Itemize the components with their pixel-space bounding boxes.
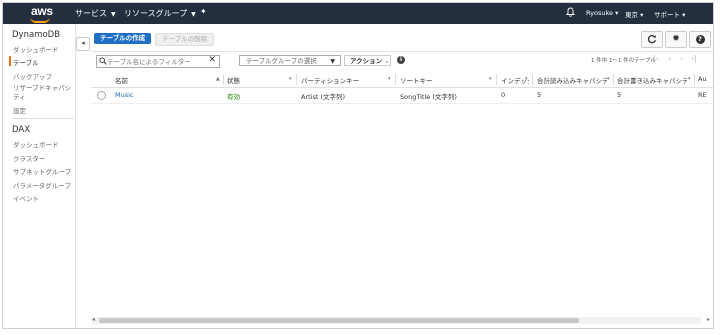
top-navigation-bar: aws サービス ▼ リソースグループ ▼ ✦ Ryosuke ▾ 東京 ▾ サポー… — [3, 3, 713, 24]
user-name: Ryosuke — [586, 9, 614, 17]
main-content: テーブルの作成 テーブルの削除 ✹ ? ✕ テーブルグループの選択 ▼ アクショ… — [91, 24, 713, 328]
active-indicator — [9, 56, 11, 66]
auto-scaling-value: RE — [698, 91, 707, 99]
table-header: 名前 ▲ 状態 ▾ パーティションキー ▾ ソートキー ▾ インデックス ▾ 合… — [91, 72, 713, 88]
column-divider — [694, 74, 695, 85]
previous-page-icon[interactable]: ‹ — [668, 54, 671, 63]
sidebar-item-settings[interactable]: 設定 — [13, 105, 26, 115]
sidebar-item-subnet-groups[interactable]: サブネットグループ — [13, 166, 71, 176]
sidebar-section-dynamodb[interactable]: DynamoDB — [12, 30, 60, 40]
write-capacity-value: 5 — [617, 91, 622, 99]
create-table-button[interactable]: テーブルの作成 — [94, 33, 152, 44]
aws-logo-smile — [30, 17, 50, 23]
actions-label: アクション — [350, 57, 383, 65]
row-select-radio[interactable] — [97, 91, 106, 100]
indexes-value: 0 — [501, 91, 506, 99]
column-header-sort-key[interactable]: ソートキー — [400, 75, 433, 85]
sidebar-item-reserved-capacity[interactable]: リザーブドキャパシティ — [13, 84, 73, 101]
column-divider — [395, 74, 396, 85]
settings-button[interactable]: ✹ — [665, 31, 687, 48]
sort-ascending-icon[interactable]: ▲ — [216, 76, 220, 82]
sort-icon: ▾ — [607, 76, 610, 82]
column-header-write-capacity[interactable]: 合計書き込みキャパシティ — [617, 75, 687, 85]
sort-icon: ▾ — [388, 76, 391, 82]
column-divider — [532, 74, 533, 85]
sort-icon: ▾ — [525, 76, 528, 82]
partition-key-value: Artist (文字列) — [301, 93, 346, 101]
services-label: サービス — [75, 9, 107, 18]
region-name: 東京 — [625, 11, 638, 19]
read-capacity-value: 5 — [537, 91, 542, 99]
support-menu[interactable]: サポート ▾ — [654, 9, 685, 19]
gear-icon: ✹ — [672, 34, 680, 44]
sidebar-divider — [12, 118, 74, 119]
sort-icon: ▾ — [688, 76, 691, 82]
sidebar-item-dashboard[interactable]: ダッシュボード — [13, 44, 59, 54]
table-status: 有効 — [227, 93, 240, 101]
support-label: サポート — [654, 11, 680, 19]
search-input[interactable] — [107, 57, 203, 66]
sidebar: DynamoDB ダッシュボード テーブル バックアップ リザーブドキャパシティ… — [3, 24, 76, 328]
column-header-partition-key[interactable]: パーティションキー — [301, 75, 359, 85]
chevron-down-icon: ▼ — [111, 11, 116, 18]
pin-icon[interactable]: ✦ — [200, 7, 207, 16]
resource-groups-menu[interactable]: リソースグループ ▼ — [124, 8, 196, 19]
sort-icon: ▾ — [489, 76, 492, 82]
chevron-left-icon: ◂ — [81, 39, 85, 47]
sidebar-item-dax-dashboard[interactable]: ダッシュボード — [13, 139, 59, 149]
column-divider — [223, 74, 224, 85]
sort-icon: ▾ — [289, 76, 292, 82]
pagination-summary: 1 件中 1～1 件のテーブル — [591, 58, 656, 64]
table-group-select-value: テーブルグループの選択 — [246, 57, 317, 65]
table-filter-search[interactable]: ✕ — [96, 55, 220, 68]
sidebar-item-tables[interactable]: テーブル — [13, 57, 39, 67]
scroll-right-icon[interactable]: ▸ — [707, 316, 710, 323]
column-header-name[interactable]: 名前 — [115, 75, 128, 85]
help-icon: ? — [695, 35, 705, 44]
scroll-left-icon[interactable]: ◂ — [92, 316, 95, 323]
user-menu[interactable]: Ryosuke ▾ — [586, 9, 618, 17]
table-group-select[interactable]: テーブルグループの選択 ▼ — [239, 55, 341, 66]
horizontal-scrollbar[interactable]: ◂ ▸ — [91, 316, 710, 324]
last-page-icon[interactable]: ›| — [691, 54, 697, 63]
refresh-icon — [647, 35, 657, 47]
actions-dropdown[interactable]: アクション ⌄ — [344, 55, 391, 66]
delete-table-button[interactable]: テーブルの削除 — [155, 33, 215, 46]
column-divider — [296, 74, 297, 85]
clear-icon[interactable]: ✕ — [208, 55, 216, 65]
column-header-status[interactable]: 状態 — [227, 75, 240, 85]
aws-logo[interactable]: aws — [31, 4, 53, 18]
collapse-sidebar-button[interactable]: ◂ — [76, 37, 90, 51]
search-icon — [99, 56, 107, 67]
info-icon[interactable]: i — [397, 56, 405, 64]
services-menu[interactable]: サービス ▼ — [75, 8, 116, 19]
chevron-down-icon: ⌄ — [384, 58, 390, 65]
bell-icon[interactable] — [565, 7, 576, 20]
column-divider — [496, 74, 497, 85]
resource-groups-label: リソースグループ — [124, 9, 188, 18]
column-header-read-capacity[interactable]: 合計読み込みキャパシティ — [537, 75, 607, 85]
column-divider — [613, 74, 614, 85]
toolbar-divider — [91, 51, 713, 52]
table-name-link[interactable]: Music — [115, 91, 134, 99]
sort-key-value: SongTitle (文字列) — [400, 93, 457, 101]
scrollbar-thumb[interactable] — [99, 318, 579, 323]
first-page-icon[interactable]: |‹ — [653, 54, 659, 63]
table-row[interactable]: Music 有効 Artist (文字列) SongTitle (文字列) 0 … — [91, 88, 713, 104]
sidebar-item-backups[interactable]: バックアップ — [13, 71, 52, 81]
region-menu[interactable]: 東京 ▾ — [625, 9, 643, 19]
sidebar-item-parameter-groups[interactable]: パラメータグループ — [13, 180, 71, 190]
column-header-auto[interactable]: Au — [698, 75, 707, 83]
console-window: aws サービス ▼ リソースグループ ▼ ✦ Ryosuke ▾ 東京 ▾ サポー… — [2, 2, 714, 329]
chevron-down-icon: ▼ — [191, 11, 196, 18]
refresh-button[interactable] — [641, 31, 663, 48]
chevron-down-icon: ▼ — [330, 58, 335, 65]
help-button[interactable]: ? — [689, 31, 711, 48]
next-page-icon[interactable]: › — [680, 54, 683, 63]
sidebar-item-clusters[interactable]: クラスター — [13, 153, 45, 163]
sidebar-section-dax[interactable]: DAX — [12, 125, 30, 135]
sidebar-item-events[interactable]: イベント — [13, 193, 39, 203]
